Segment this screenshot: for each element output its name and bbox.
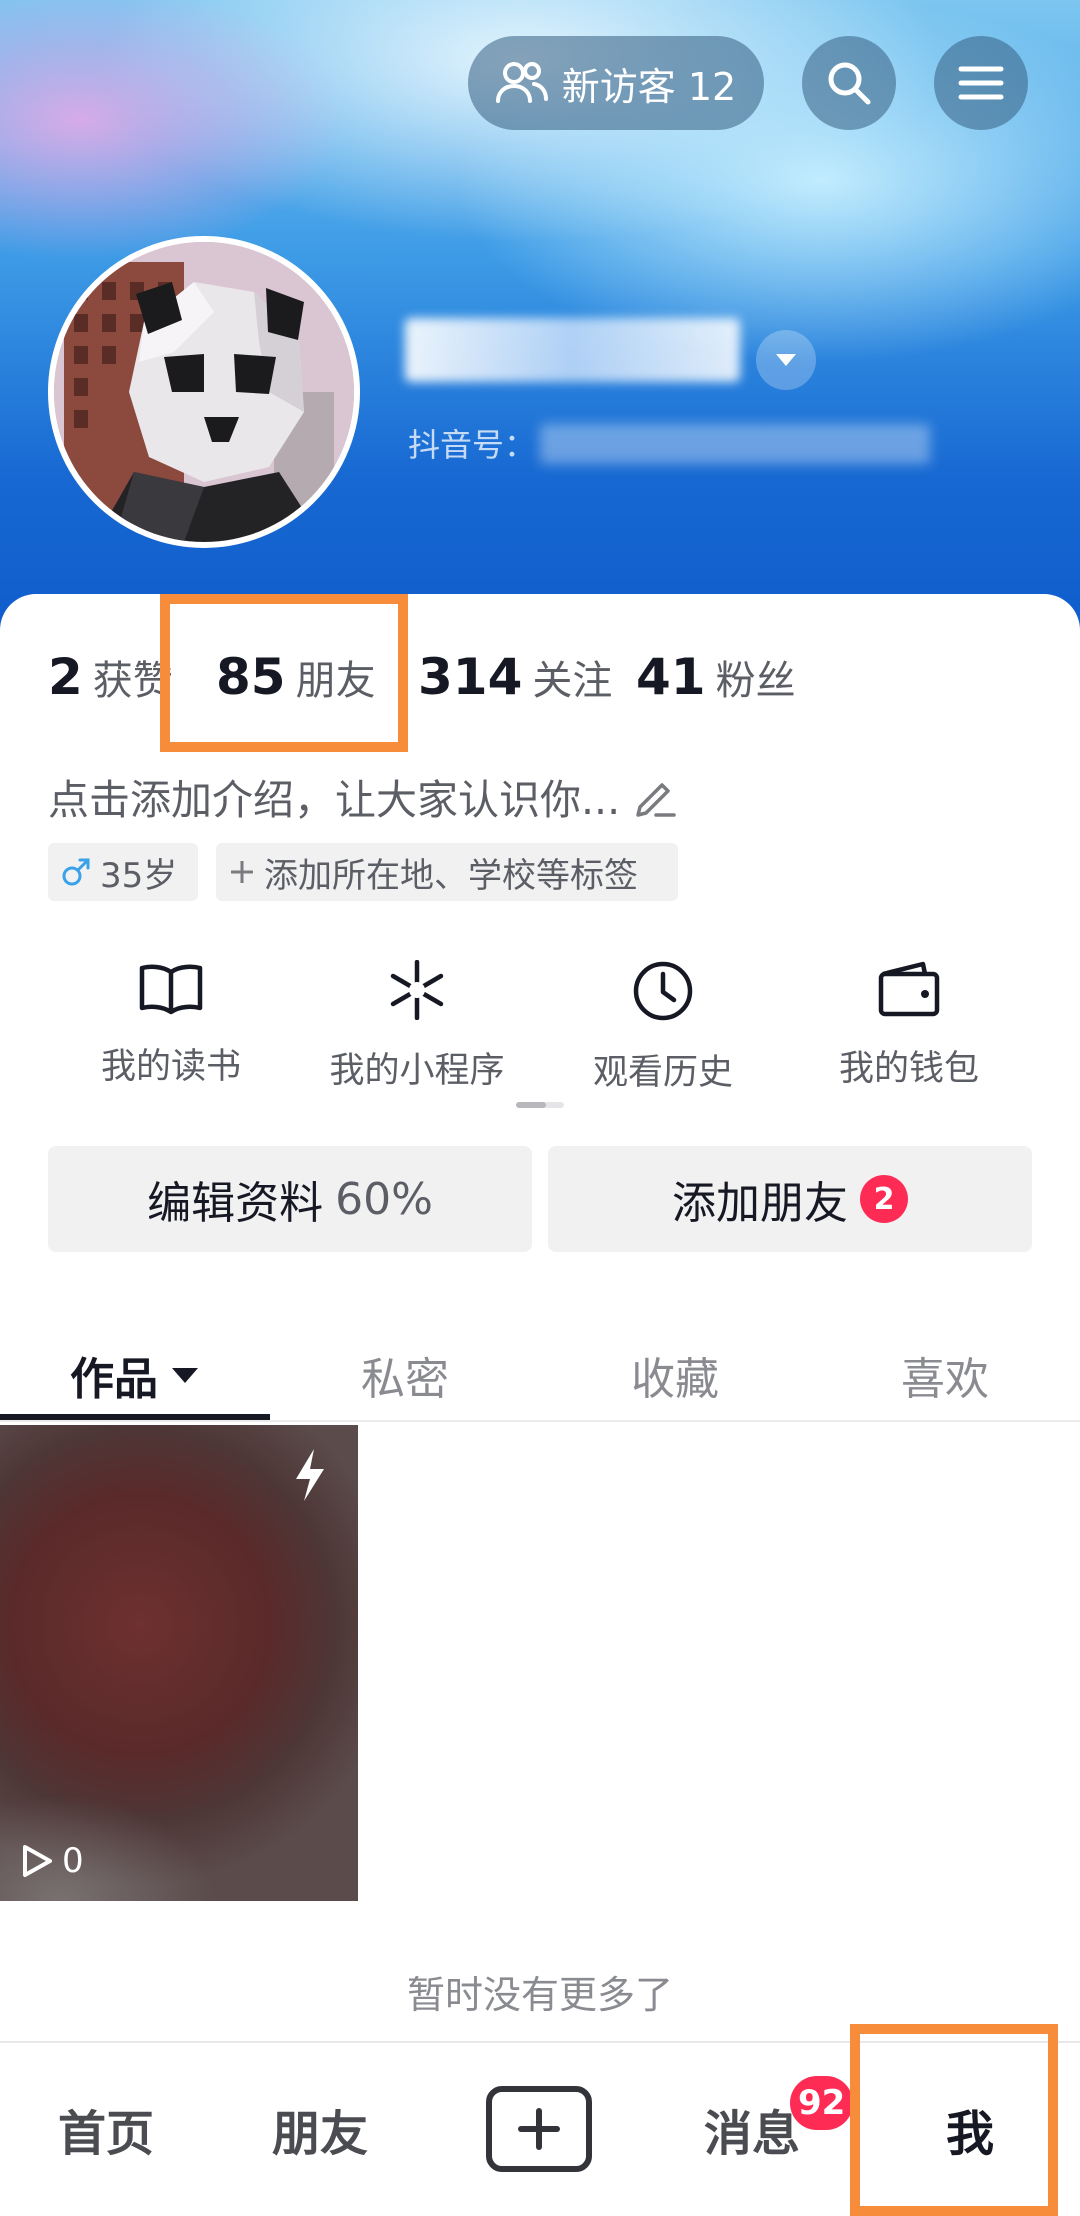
age-text: 35岁: [100, 855, 178, 896]
edit-profile-button[interactable]: 编辑资料 60%: [48, 1146, 532, 1252]
stat-following-count: 314: [418, 648, 523, 706]
nickname-blurred: [405, 318, 740, 382]
add-tags-button[interactable]: 添加所在地、学校等标签: [216, 843, 678, 901]
new-visitors-label: 新访客 12: [561, 64, 737, 109]
hamburger-menu-icon: [958, 66, 1004, 100]
tab-favorites[interactable]: 收藏: [540, 1330, 810, 1420]
wallet-icon: [878, 961, 940, 1017]
edit-profile-progress: 60%: [335, 1173, 433, 1225]
edit-profile-label: 编辑资料: [147, 1178, 324, 1229]
service-mini-program[interactable]: 我的小程序: [294, 960, 540, 1093]
people-icon: [495, 62, 548, 103]
avatar[interactable]: [48, 236, 360, 548]
messages-badge: 92: [790, 2076, 854, 2130]
douyin-id-label: 抖音号：: [408, 426, 537, 464]
tab-works[interactable]: 作品: [0, 1330, 270, 1420]
stat-followers-count: 41: [636, 648, 706, 706]
douyin-id-blurred: [540, 424, 930, 464]
male-symbol-icon: [62, 858, 90, 886]
tab-divider: [0, 1420, 1080, 1422]
nav-home[interactable]: 首页: [58, 2094, 154, 2164]
clock-icon: [633, 961, 693, 1021]
tab-likes-label: 喜欢: [901, 1354, 989, 1405]
stat-following-label: 关注: [532, 658, 613, 704]
service-wallet[interactable]: 我的钱包: [786, 960, 1032, 1091]
pencil-edit-icon: [636, 783, 676, 817]
add-friend-badge: 2: [860, 1175, 908, 1223]
bio-prompt[interactable]: 点击添加介绍，让大家认识你...: [48, 766, 678, 826]
service-mini-program-label: 我的小程序: [329, 1051, 505, 1091]
service-watch-history-label: 观看历史: [592, 1053, 733, 1093]
add-friend-label: 添加朋友: [672, 1178, 848, 1229]
play-count-number: 0: [62, 1841, 84, 1881]
nav-messages[interactable]: 消息: [704, 2094, 800, 2164]
caret-down-icon: [776, 354, 796, 366]
bio-text: 点击添加介绍，让大家认识你...: [48, 776, 621, 824]
account-switch-button[interactable]: [756, 330, 816, 390]
stat-likes-count: 2: [48, 648, 83, 706]
book-icon: [139, 964, 203, 1015]
video-play-count: 0: [20, 1841, 84, 1881]
service-reading-label: 我的读书: [100, 1047, 241, 1087]
tab-private-label: 私密: [361, 1354, 449, 1405]
highlight-box-me: [850, 2024, 1058, 2216]
tab-private[interactable]: 私密: [270, 1330, 540, 1420]
no-more-content-text: 暂时没有更多了: [406, 1973, 673, 2017]
play-outline-icon: [23, 1845, 52, 1877]
caret-down-icon: [172, 1368, 198, 1383]
tab-works-label: 作品: [70, 1354, 158, 1405]
lightning-icon: [296, 1449, 324, 1501]
search-button[interactable]: [802, 36, 896, 130]
plus-icon: [518, 2108, 560, 2150]
stat-following[interactable]: 314 关注: [418, 648, 612, 706]
search-icon: [828, 62, 871, 105]
service-watch-history[interactable]: 观看历史: [540, 960, 786, 1095]
gender-age-tag[interactable]: 35岁: [48, 843, 198, 901]
tab-favorites-label: 收藏: [631, 1354, 719, 1405]
highlight-box-friends: [160, 594, 408, 752]
add-tags-label: 添加所在地、学校等标签: [264, 855, 638, 896]
menu-button[interactable]: [934, 36, 1028, 130]
services-page-indicator: [516, 1102, 564, 1108]
service-wallet-label: 我的钱包: [838, 1049, 979, 1089]
new-visitors-button[interactable]: 新访客 12: [468, 36, 764, 130]
stat-followers-label: 粉丝: [715, 658, 796, 704]
create-post-button[interactable]: [486, 2086, 592, 2172]
mini-program-icon: [390, 960, 444, 1020]
panda-avatar-image: [54, 242, 354, 542]
stat-followers[interactable]: 41 粉丝: [636, 648, 796, 706]
stat-likes[interactable]: 2 获赞: [48, 648, 173, 706]
tab-likes[interactable]: 喜欢: [810, 1330, 1080, 1420]
nav-friends[interactable]: 朋友: [272, 2094, 368, 2164]
plus-icon: [231, 861, 253, 883]
service-reading[interactable]: 我的读书: [48, 960, 294, 1089]
video-thumbnail[interactable]: 0: [0, 1425, 358, 1901]
add-friend-button[interactable]: 添加朋友 2: [548, 1146, 1032, 1252]
